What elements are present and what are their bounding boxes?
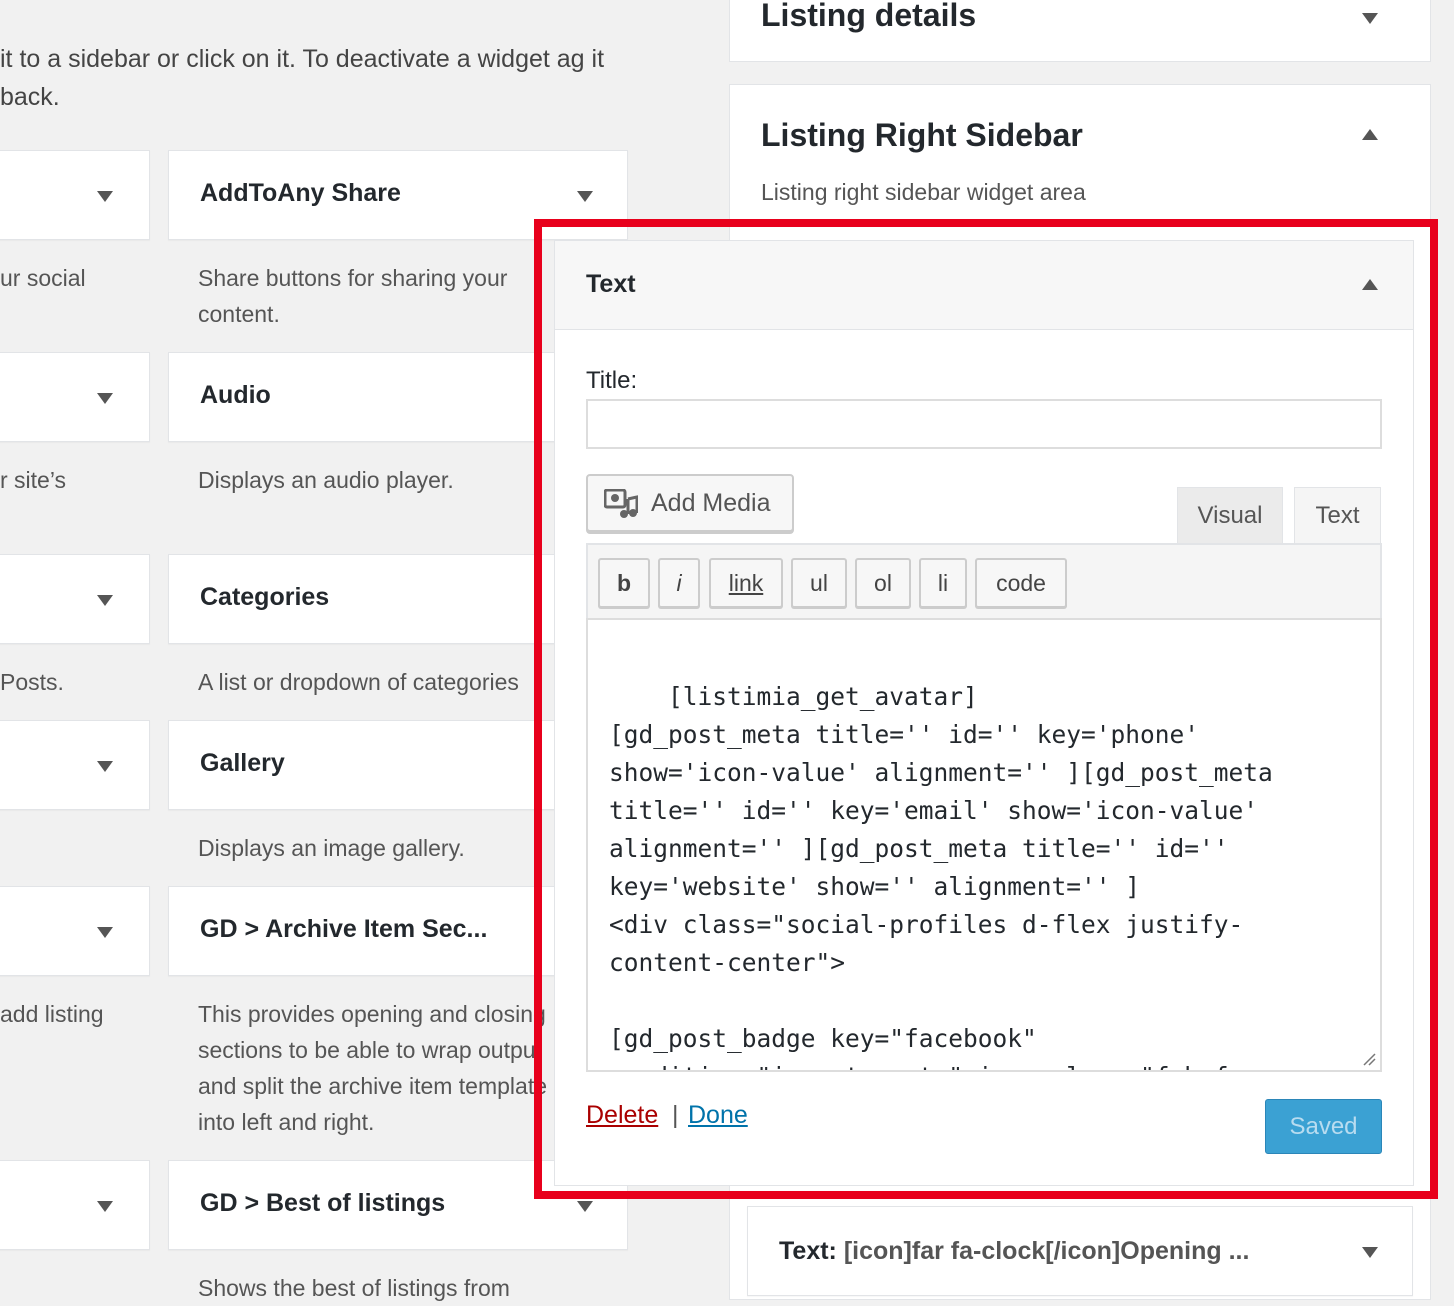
chevron-up-icon[interactable] <box>1362 129 1378 140</box>
widget-title: Text: [icon]far fa-clock[/icon]Opening .… <box>779 1237 1249 1266</box>
ol-button[interactable]: ol <box>855 558 911 608</box>
resize-handle-icon[interactable] <box>1362 1052 1376 1066</box>
widget-title: Audio <box>200 381 271 409</box>
widget-header[interactable]: Text <box>555 241 1413 330</box>
widget-title: Gallery <box>200 749 285 777</box>
chevron-down-icon[interactable] <box>1362 1247 1378 1258</box>
content-text: [listimia_get_avatar] [gd_post_meta titl… <box>609 682 1273 1070</box>
widget-description: Displays an image gallery. <box>198 835 465 861</box>
saved-button[interactable]: Saved <box>1265 1099 1382 1154</box>
chevron-up-icon[interactable] <box>1362 279 1378 290</box>
widget-card[interactable] <box>0 720 150 810</box>
widget-title: Categories <box>200 583 330 611</box>
sidebar-title[interactable]: Listing Right Sidebar <box>761 117 1083 154</box>
widget-card-addtoany[interactable]: AddToAny Share <box>168 150 628 240</box>
add-media-label: Add Media <box>651 489 771 517</box>
chevron-down-icon[interactable] <box>1362 13 1378 24</box>
sidebar-description: Listing right sidebar widget area <box>761 179 1086 205</box>
widget-description: Shows the best of listings from <box>198 1275 510 1301</box>
widget-description: ur social <box>0 265 86 291</box>
tab-visual[interactable]: Visual <box>1177 487 1283 545</box>
widget-description: A list or dropdown of categories <box>198 669 519 695</box>
widget-card-text-opening[interactable]: Text: [icon]far fa-clock[/icon]Opening .… <box>747 1206 1413 1296</box>
chevron-down-icon[interactable] <box>97 393 113 404</box>
li-button[interactable]: li <box>919 558 967 608</box>
done-link[interactable]: Done <box>688 1101 748 1130</box>
title-input[interactable] <box>586 399 1382 449</box>
widget-description: Displays an audio player. <box>198 467 454 493</box>
title-label: Title: <box>586 367 638 394</box>
widgets-instructions: it to a sidebar or click on it. To deact… <box>0 45 605 111</box>
link-separator: | <box>672 1101 679 1129</box>
tab-text[interactable]: Text <box>1294 487 1381 547</box>
chevron-down-icon[interactable] <box>97 595 113 606</box>
widget-title-prefix: Text: <box>779 1237 837 1265</box>
widget-description: Share buttons for sharing your content. <box>198 265 508 327</box>
widget-title: GD > Archive Item Sec... <box>200 915 488 943</box>
chevron-down-icon[interactable] <box>97 1201 113 1212</box>
sidebar-listing-details[interactable]: Listing details <box>729 0 1431 62</box>
widget-card[interactable] <box>0 1160 150 1250</box>
widget-description: r site’s <box>0 467 67 493</box>
widget-title: GD > Best of listings <box>200 1189 446 1217</box>
chevron-down-icon[interactable] <box>97 191 113 202</box>
delete-link[interactable]: Delete <box>586 1101 658 1130</box>
ul-button[interactable]: ul <box>791 558 847 608</box>
widget-header-title: Text <box>586 270 636 298</box>
quicktags-toolbar: b i link ul ol li code <box>586 543 1382 619</box>
chevron-down-icon[interactable] <box>577 1201 593 1212</box>
widget-description: add listing <box>0 1001 104 1027</box>
text-widget-editor: Text Title: Add Media Visual Text b i li… <box>554 240 1414 1186</box>
chevron-down-icon[interactable] <box>97 927 113 938</box>
widget-description: This provides opening and closing sectio… <box>198 1001 548 1135</box>
link-button[interactable]: link <box>709 558 783 608</box>
italic-button[interactable]: i <box>658 558 700 608</box>
widget-description: Posts. <box>0 669 64 695</box>
content-textarea[interactable]: [listimia_get_avatar] [gd_post_meta titl… <box>586 618 1382 1072</box>
chevron-down-icon[interactable] <box>97 761 113 772</box>
bold-button[interactable]: b <box>598 558 650 608</box>
widget-card[interactable] <box>0 554 150 644</box>
chevron-down-icon[interactable] <box>577 191 593 202</box>
widget-card[interactable] <box>0 352 150 442</box>
widget-card[interactable] <box>0 150 150 240</box>
media-icon <box>604 489 638 518</box>
code-button[interactable]: code <box>975 558 1067 608</box>
widget-card[interactable] <box>0 886 150 976</box>
add-media-button[interactable]: Add Media <box>586 474 794 532</box>
widget-title: AddToAny Share <box>200 179 401 207</box>
widget-title-suffix: [icon]far fa-clock[/icon]Opening ... <box>843 1237 1250 1265</box>
sidebar-title: Listing details <box>761 0 977 33</box>
